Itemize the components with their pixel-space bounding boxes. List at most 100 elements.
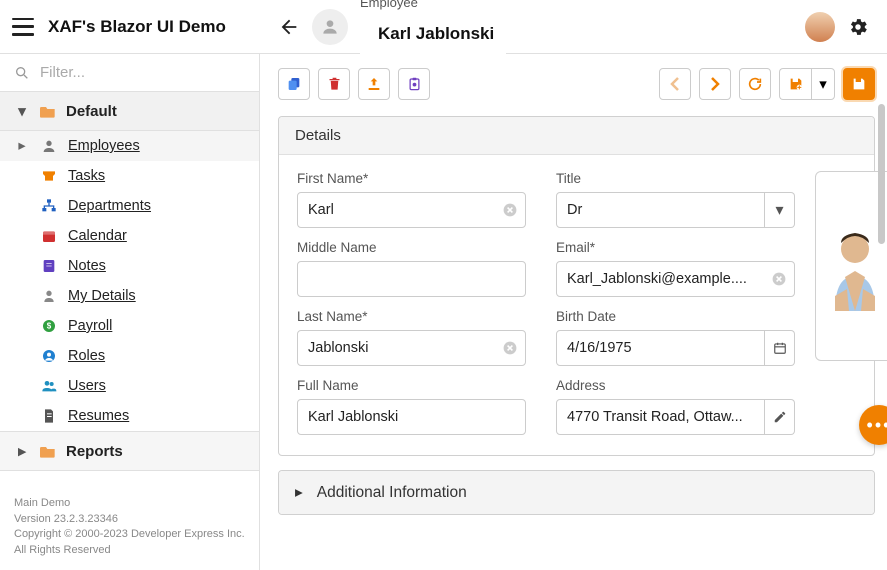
edit-icon[interactable] (765, 399, 795, 435)
person-icon (40, 137, 58, 155)
chevron-right-icon: ▸ (295, 483, 303, 502)
sitemap-icon (40, 197, 58, 215)
sidebar-item-employees[interactable]: ▸ Employees (0, 131, 259, 161)
scrollbar[interactable] (877, 54, 885, 570)
chevron-down-icon: ▾ (14, 102, 30, 120)
footer-line: Main Demo (14, 496, 245, 511)
top-bar: XAF's Blazor UI Demo Employee Karl Jablo… (0, 0, 887, 54)
additional-info-label: Additional Information (317, 484, 467, 502)
sidebar-item-label: Users (68, 378, 106, 394)
sidebar-item-departments[interactable]: Departments (0, 191, 259, 221)
save-split-button[interactable]: ▾ (779, 68, 835, 100)
email-label: Email* (556, 240, 795, 255)
dollar-icon: $ (40, 317, 58, 335)
sidebar-item-my-details[interactable]: My Details (0, 281, 259, 311)
folder-icon (40, 104, 56, 118)
toolbar: ▾ (278, 68, 875, 100)
top-right: Employee Karl Jablonski (260, 0, 887, 58)
sidebar-item-tasks[interactable]: Tasks (0, 161, 259, 191)
address-input[interactable]: 4770 Transit Road, Ottaw... (556, 399, 765, 435)
save-button[interactable] (843, 68, 875, 100)
birth-date-input[interactable] (556, 330, 765, 366)
main-panel: ▾ Details First Name* Middle Name La (260, 54, 887, 570)
address-label: Address (556, 378, 795, 393)
prev-button[interactable] (659, 68, 691, 100)
sidebar-item-roles[interactable]: Roles (0, 341, 259, 371)
sidebar-item-resumes[interactable]: Resumes (0, 401, 259, 431)
chevron-right-icon: ▸ (14, 138, 30, 154)
back-arrow-icon[interactable] (278, 16, 300, 38)
full-name-input[interactable] (297, 399, 526, 435)
sidebar-item-calendar[interactable]: Calendar (0, 221, 259, 251)
filter-input[interactable] (40, 64, 245, 81)
middle-name-input[interactable] (297, 261, 526, 297)
title-label: Title (556, 171, 795, 186)
sidebar-item-label: Tasks (68, 168, 105, 184)
users-icon (40, 377, 58, 395)
details-card: Details First Name* Middle Name Last Nam… (278, 116, 875, 456)
additional-info-accordion[interactable]: ▸ Additional Information (278, 470, 875, 515)
save-dropdown-button[interactable]: ▾ (811, 68, 835, 100)
sidebar-item-label: Employees (68, 138, 140, 154)
sidebar-item-label: Payroll (68, 318, 112, 334)
next-button[interactable] (699, 68, 731, 100)
dropdown-icon[interactable]: ▾ (765, 192, 795, 228)
full-name-label: Full Name (297, 378, 526, 393)
nav-group-default[interactable]: ▾ Default (0, 92, 259, 131)
save-and-button[interactable] (779, 68, 811, 100)
footer-line: Version 23.2.3.23346 (14, 512, 245, 527)
sidebar-item-payroll[interactable]: $ Payroll (0, 311, 259, 341)
first-name-input[interactable] (297, 192, 526, 228)
header-title: Karl Jablonski (360, 10, 506, 58)
last-name-input[interactable] (297, 330, 526, 366)
record-avatar (312, 9, 348, 45)
copy-button[interactable] (278, 68, 310, 100)
svg-text:$: $ (47, 322, 52, 331)
filter-box[interactable] (0, 54, 259, 92)
audit-button[interactable] (398, 68, 430, 100)
footer-line: All Rights Reserved (14, 543, 245, 558)
sidebar-item-label: Departments (68, 198, 151, 214)
user-avatar[interactable] (805, 12, 835, 42)
search-icon (14, 65, 30, 81)
sidebar-item-notes[interactable]: Notes (0, 251, 259, 281)
calendar-icon[interactable] (765, 330, 795, 366)
doc-icon (40, 407, 58, 425)
sidebar-footer: Main Demo Version 23.2.3.23346 Copyright… (0, 484, 259, 570)
sidebar-item-label: Calendar (68, 228, 127, 244)
clear-icon[interactable] (502, 340, 518, 356)
delete-button[interactable] (318, 68, 350, 100)
folder-icon (40, 444, 56, 458)
header-subtitle: Employee (360, 0, 506, 10)
title-select[interactable]: Dr (556, 192, 765, 228)
header-text: Employee Karl Jablonski (360, 0, 506, 58)
note-icon (40, 257, 58, 275)
chevron-right-icon: ▸ (14, 442, 30, 460)
nav-group-default-label: Default (66, 103, 117, 120)
sidebar-item-label: Resumes (68, 408, 129, 424)
calendar-icon (40, 227, 58, 245)
sidebar-item-label: Notes (68, 258, 106, 274)
sidebar-item-users[interactable]: Users (0, 371, 259, 401)
sidebar-item-label: My Details (68, 288, 136, 304)
sidebar-item-label: Roles (68, 348, 105, 364)
nav-group-reports-label: Reports (66, 443, 123, 460)
first-name-label: First Name* (297, 171, 526, 186)
employee-photo (825, 221, 885, 311)
gear-icon[interactable] (847, 16, 869, 38)
sidebar: ▾ Default ▸ Employees Tasks Departments Cale… (0, 54, 260, 570)
clear-icon[interactable] (502, 202, 518, 218)
top-left: XAF's Blazor UI Demo (0, 17, 260, 37)
inbox-icon (40, 167, 58, 185)
circle-user-icon (40, 347, 58, 365)
birth-date-label: Birth Date (556, 309, 795, 324)
footer-line: Copyright © 2000-2023 Developer Express … (14, 527, 245, 542)
user-icon (40, 287, 58, 305)
details-header: Details (279, 117, 874, 155)
hamburger-icon[interactable] (12, 18, 34, 36)
refresh-button[interactable] (739, 68, 771, 100)
email-input[interactable] (556, 261, 795, 297)
clear-icon[interactable] (771, 271, 787, 287)
nav-group-reports[interactable]: ▸ Reports (0, 431, 259, 471)
export-button[interactable] (358, 68, 390, 100)
